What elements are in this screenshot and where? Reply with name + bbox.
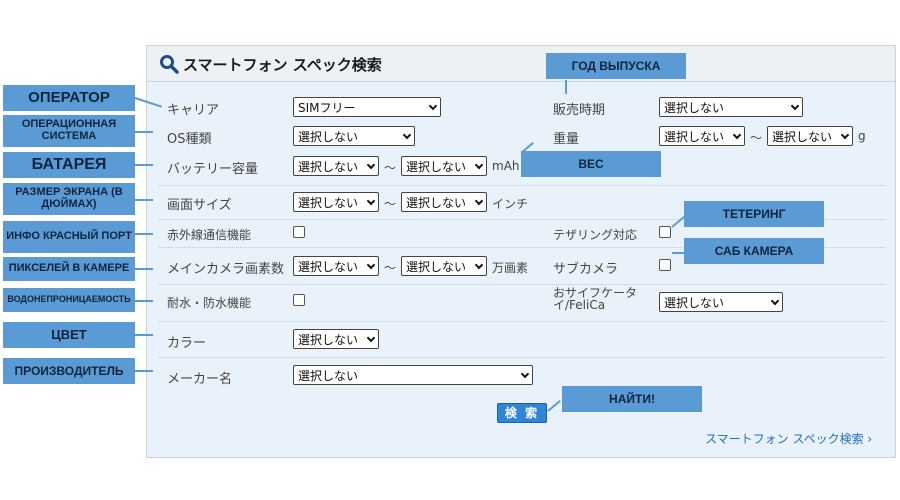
row-divider	[159, 321, 885, 322]
camera-max-select[interactable]: 選択しない	[401, 256, 487, 276]
range-separator: ～	[750, 131, 763, 145]
osaifu-label: おサイフケータイ/FeliCa	[553, 286, 638, 312]
callout-screen: РАЗМЕР ЭКРАНА (В ДЮЙМАХ)	[3, 183, 135, 215]
callout-operator: ОПЕРАТОР	[3, 85, 135, 111]
battery-label: バッテリー容量	[167, 162, 259, 177]
callout-tethering: ТЕТЕРИНГ	[684, 201, 824, 227]
screen-min-select[interactable]: 選択しない	[293, 192, 379, 212]
chevron-down-icon	[732, 130, 742, 140]
chevron-down-icon	[366, 333, 376, 343]
chevron-down-icon	[366, 196, 376, 206]
maker-label: メーカー名	[167, 372, 233, 387]
osaifu-select[interactable]: 選択しない	[659, 292, 783, 312]
callout-maker: ПРОИЗВОДИТЕЛЬ	[3, 358, 135, 384]
waterproof-label: 耐水・防水機能	[167, 296, 252, 310]
screen-max-select[interactable]: 選択しない	[401, 192, 487, 212]
chevron-down-icon	[474, 160, 484, 170]
tethering-checkbox[interactable]	[659, 226, 671, 238]
range-separator: ～	[384, 261, 397, 275]
tethering-label: テザリング対応	[553, 228, 638, 242]
weight-min-select[interactable]: 選択しない	[659, 126, 745, 146]
spec-search-link[interactable]: スマートフォン スペック検索 ›	[705, 430, 872, 447]
range-separator: ～	[384, 197, 397, 211]
row-divider	[159, 284, 885, 285]
weight-label: 重量	[553, 132, 580, 147]
carrier-label: キャリア	[167, 103, 220, 118]
callout-color: ЦВЕТ	[3, 322, 135, 348]
camera-label: メインカメラ画素数	[167, 262, 285, 277]
callout-find: НАЙТИ!	[562, 386, 702, 412]
color-label: カラー	[167, 336, 207, 351]
row-divider	[159, 357, 885, 358]
infrared-label: 赤外線通信機能	[167, 228, 252, 242]
os-label: OS種類	[167, 132, 212, 147]
callout-leader	[135, 164, 153, 166]
chevron-down-icon	[840, 130, 850, 140]
callout-weight: ВЕС	[521, 151, 661, 177]
os-select[interactable]: 選択しない	[293, 126, 415, 146]
screen-unit: インチ	[492, 197, 529, 211]
search-button[interactable]: 検 索	[497, 403, 547, 423]
maker-select[interactable]: 選択しない	[293, 365, 533, 385]
callout-battery: БАТАРЕЯ	[3, 152, 135, 178]
callout-leader	[135, 300, 153, 302]
waterproof-checkbox[interactable]	[293, 294, 305, 306]
release-label: 販売時期	[553, 103, 606, 118]
callout-waterproof: ВОДОНЕПРОНИЦАЕМОСТЬ	[3, 288, 135, 312]
carrier-select[interactable]: SIMフリー	[293, 97, 441, 117]
callout-leader	[135, 233, 153, 235]
search-icon	[160, 55, 179, 74]
release-select[interactable]: 選択しない	[659, 97, 803, 117]
subcamera-checkbox[interactable]	[659, 259, 671, 271]
panel-header: スマートフォン スペック検索	[147, 46, 895, 82]
chevron-down-icon	[402, 130, 412, 140]
chevron-down-icon	[366, 260, 376, 270]
weight-unit: g	[858, 129, 866, 143]
infrared-checkbox[interactable]	[293, 226, 305, 238]
battery-max-select[interactable]: 選択しない	[401, 156, 487, 176]
chevron-down-icon	[366, 160, 376, 170]
callout-os: ОПЕРАЦИОННАЯ СИСТЕМА	[3, 115, 135, 147]
color-select[interactable]: 選択しない	[293, 329, 379, 349]
chevron-down-icon	[770, 296, 780, 306]
chevron-down-icon	[474, 196, 484, 206]
callout-leader	[135, 199, 153, 201]
chevron-down-icon	[520, 369, 530, 379]
callout-leader	[672, 252, 686, 254]
chevron-down-icon	[790, 101, 800, 111]
callout-leader	[135, 131, 153, 133]
callout-leader	[135, 268, 153, 270]
chevron-down-icon	[428, 101, 438, 111]
callout-leader	[135, 334, 153, 336]
callout-infrared: ИНФО КРАСНЫЙ ПОРТ	[3, 221, 135, 253]
callout-leader	[565, 80, 567, 94]
callout-release: ГОД ВЫПУСКА	[546, 53, 686, 79]
range-separator: ～	[384, 161, 397, 175]
panel-title: スマートフォン スペック検索	[183, 56, 382, 74]
weight-max-select[interactable]: 選択しない	[767, 126, 853, 146]
battery-min-select[interactable]: 選択しない	[293, 156, 379, 176]
row-divider	[159, 185, 885, 186]
chevron-down-icon	[474, 260, 484, 270]
camera-min-select[interactable]: 選択しない	[293, 256, 379, 276]
battery-unit: mAh	[492, 159, 520, 173]
camera-unit: 万画素	[492, 261, 529, 275]
subcamera-label: サブカメラ	[553, 262, 619, 277]
callout-subcamera: САБ КАМЕРА	[684, 238, 824, 264]
callout-camera: ПИКСЕЛЕЙ В КАМЕРЕ	[3, 257, 135, 281]
screen-label: 画面サイズ	[167, 198, 232, 213]
callout-leader	[135, 370, 153, 372]
